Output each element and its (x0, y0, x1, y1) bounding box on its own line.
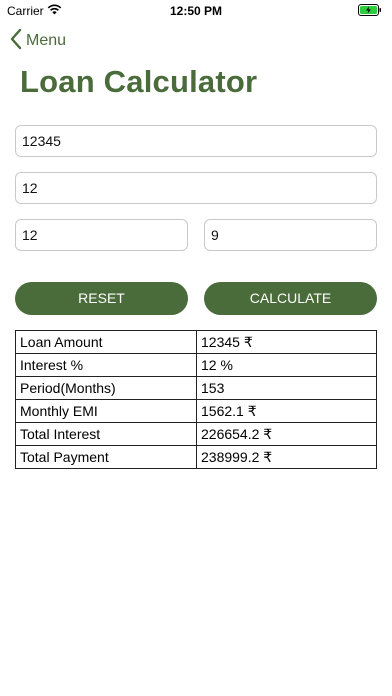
screen: Carrier 12:50 PM Menu Loan Calculator 12… (0, 0, 392, 696)
table-row: Loan Amount 12345 ₹ (15, 330, 377, 354)
result-label: Total Interest (15, 422, 197, 446)
result-label: Monthly EMI (15, 399, 197, 423)
loan-amount-input[interactable] (15, 125, 377, 157)
page-title: Loan Calculator (20, 64, 258, 99)
chevron-left-icon (10, 28, 22, 55)
table-row: Monthly EMI 1562.1 ₹ (15, 399, 377, 423)
result-label: Loan Amount (15, 330, 197, 354)
table-row: Interest % 12 % (15, 353, 377, 377)
result-value: 12345 ₹ (196, 330, 377, 354)
status-time: 12:50 PM (169, 4, 223, 18)
back-label: Menu (26, 32, 67, 49)
battery-charging-icon (358, 4, 382, 19)
results-table: Loan Amount 12345 ₹ Interest % 12 % Peri… (15, 330, 377, 469)
calculate-button[interactable]: CALCULATE (204, 282, 377, 315)
table-row: Period(Months) 153 (15, 376, 377, 400)
back-button[interactable]: Menu (10, 28, 67, 55)
table-row: Total Payment 238999.2 ₹ (15, 445, 377, 469)
period-months-input[interactable] (204, 219, 377, 251)
status-bar: Carrier 12:50 PM (0, 0, 392, 22)
result-value: 12 % (196, 353, 377, 377)
result-value: 238999.2 ₹ (196, 445, 377, 469)
result-value: 153 (196, 376, 377, 400)
result-label: Interest % (15, 353, 197, 377)
result-value: 1562.1 ₹ (196, 399, 377, 423)
result-label: Total Payment (15, 445, 197, 469)
interest-rate-input[interactable] (15, 172, 377, 204)
result-label: Period(Months) (15, 376, 197, 400)
result-value: 226654.2 ₹ (196, 422, 377, 446)
table-row: Total Interest 226654.2 ₹ (15, 422, 377, 446)
period-years-input[interactable] (15, 219, 188, 251)
reset-button[interactable]: RESET (15, 282, 188, 315)
